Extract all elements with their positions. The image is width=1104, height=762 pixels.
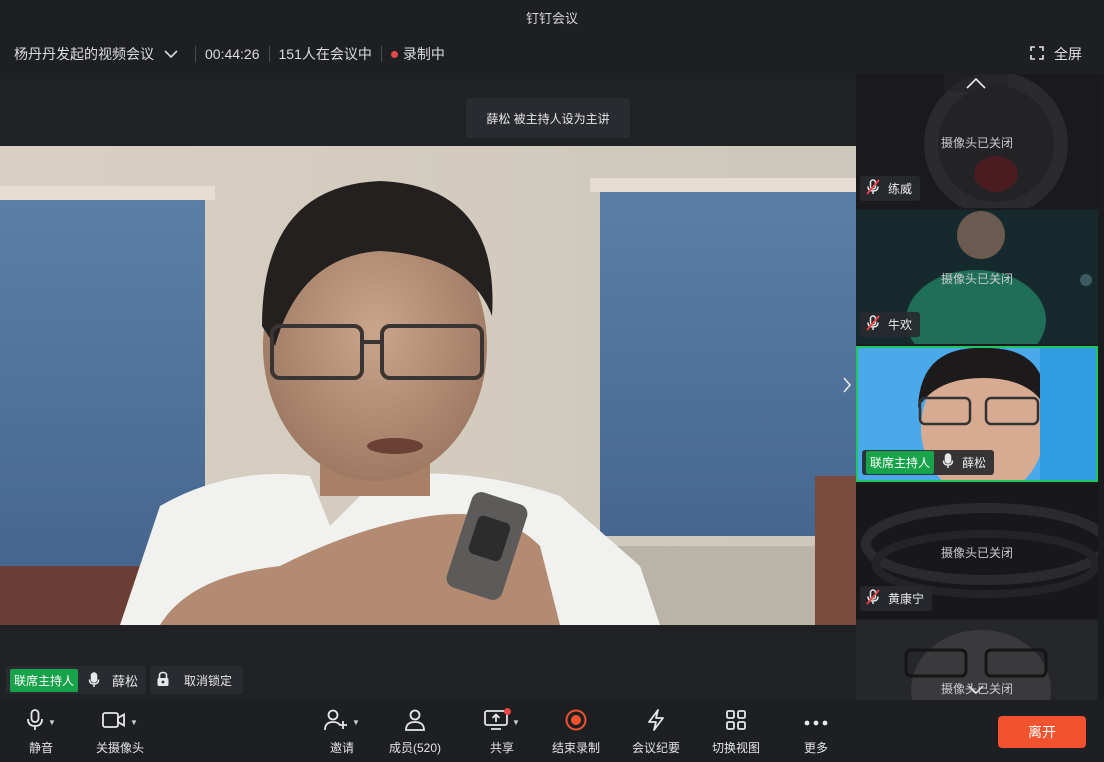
mic-muted-icon [866, 589, 880, 608]
chevron-up-icon[interactable] [944, 74, 1008, 92]
camera-off-text: 摄像头已关闭 [940, 546, 1013, 560]
participant-name: 练威 [888, 182, 913, 196]
participant-gallery: 摄像头已关闭 练威 摄像头已关闭 牛欢 联席主持人 薛松 摄像头已关闭 黄康宁 … [856, 74, 1104, 700]
window-title: 钉钉会议 [525, 10, 578, 26]
members-label: 成员(520) [389, 741, 442, 755]
participant-name-tag: 联席主持人 薛松 [862, 450, 995, 475]
camera-off-text: 摄像头已关闭 [940, 272, 1013, 286]
screen-share-icon [484, 707, 511, 735]
fullscreen-button[interactable]: 全屏 [1030, 34, 1082, 74]
main-stage: 薛松 被主持人设为主讲 联席主持人 薛松 取消锁定 [0, 74, 856, 700]
participant-tile[interactable]: 摄像头已关闭 牛欢 [856, 210, 1098, 344]
camera-off-text: 摄像头已关闭 [940, 136, 1013, 150]
attendee-count[interactable]: 151人在会议中 [279, 44, 372, 64]
members-button[interactable]: 成员(520) [389, 709, 442, 756]
switch-view-label: 切换视图 [712, 741, 761, 755]
camera-toggle-label: 关摄像头 [96, 741, 145, 755]
microphone-icon [942, 453, 954, 472]
notification-dot [504, 707, 511, 715]
participant-tile[interactable]: 摄像头已关闭 练威 [856, 74, 1098, 208]
co-host-badge: 联席主持人 [10, 668, 79, 692]
share-screen-button[interactable]: ▼ 共享 [484, 707, 520, 756]
participant-name: 牛欢 [888, 318, 913, 332]
microphone-icon [26, 708, 44, 736]
more-label: 更多 [804, 741, 829, 755]
mute-button[interactable]: ▼ 静音 [26, 708, 56, 756]
speaker-video-frame [0, 146, 856, 625]
chevron-down-icon[interactable] [944, 680, 1008, 698]
participant-name-tag: 练威 [860, 176, 921, 201]
meeting-minutes-label: 会议纪要 [632, 741, 681, 755]
caret-down-icon[interactable]: ▼ [48, 718, 56, 727]
chevron-right-icon[interactable] [838, 370, 856, 400]
notification-toast: 薛松 被主持人设为主讲 [466, 98, 630, 138]
more-button[interactable]: 更多 [804, 710, 828, 756]
caret-down-icon[interactable]: ▼ [352, 718, 360, 727]
participant-tile-active[interactable]: 联席主持人 薛松 [856, 346, 1098, 482]
bottom-toolbar: ▼ 静音 ▼ 关摄像头 ▼ 邀请 成员(520) ▼ 共享 结束录制 会议纪要 … [0, 700, 1104, 762]
title-bar: 钉钉会议 [0, 0, 1104, 34]
chevron-down-icon[interactable] [164, 49, 178, 59]
lock-icon [156, 671, 170, 690]
users-icon [403, 709, 427, 736]
recording-dot-icon [390, 50, 398, 58]
speaker-video[interactable] [0, 146, 856, 625]
meeting-window: 钉钉会议 杨丹丹发起的视频会议 00:44:26 151人在会议中 录制中 全屏… [0, 0, 1104, 762]
meeting-info-bar: 杨丹丹发起的视频会议 00:44:26 151人在会议中 录制中 全屏 [0, 34, 1104, 74]
divider [380, 46, 382, 62]
meeting-duration: 00:44:26 [205, 46, 260, 62]
end-recording-button[interactable]: 结束录制 [552, 709, 601, 756]
participant-tile[interactable]: 摄像头已关闭 黄康宁 [856, 484, 1098, 618]
meeting-name[interactable]: 杨丹丹发起的视频会议 [14, 44, 154, 64]
lightning-icon [645, 708, 667, 736]
grid-view-icon [725, 709, 747, 736]
share-label: 共享 [489, 741, 514, 755]
divider [195, 46, 196, 62]
speaker-name: 薛松 [112, 673, 139, 689]
recording-status: 录制中 [402, 46, 445, 62]
camera-toggle-button[interactable]: ▼ 关摄像头 [96, 710, 144, 756]
mic-muted-icon [866, 179, 880, 198]
more-dots-icon [804, 713, 828, 731]
speaker-name-tag: 联席主持人 薛松 [6, 666, 146, 694]
unlock-button[interactable]: 取消锁定 [150, 666, 243, 694]
unlock-label: 取消锁定 [184, 673, 233, 688]
caret-down-icon[interactable]: ▼ [130, 718, 138, 727]
mic-muted-icon [866, 315, 880, 334]
meeting-minutes-button[interactable]: 会议纪要 [632, 708, 681, 756]
divider [268, 46, 270, 62]
participant-name-tag: 牛欢 [860, 312, 921, 337]
invite-label: 邀请 [329, 741, 354, 755]
participant-name: 薛松 [962, 456, 987, 470]
microphone-icon [88, 672, 100, 688]
add-user-icon [324, 709, 348, 736]
invite-button[interactable]: ▼ 邀请 [324, 709, 360, 756]
end-recording-label: 结束录制 [552, 741, 601, 755]
leave-meeting-button[interactable]: 离开 [998, 716, 1086, 748]
participant-name-tag: 黄康宁 [860, 586, 933, 611]
fullscreen-icon [1030, 45, 1044, 63]
switch-view-button[interactable]: 切换视图 [712, 709, 761, 756]
co-host-badge: 联席主持人 [866, 451, 935, 474]
video-camera-icon [102, 711, 126, 734]
mute-label: 静音 [28, 741, 53, 755]
record-stop-icon [565, 709, 587, 736]
caret-down-icon[interactable]: ▼ [512, 718, 520, 727]
participant-name: 黄康宁 [888, 592, 925, 606]
fullscreen-label: 全屏 [1054, 46, 1082, 62]
